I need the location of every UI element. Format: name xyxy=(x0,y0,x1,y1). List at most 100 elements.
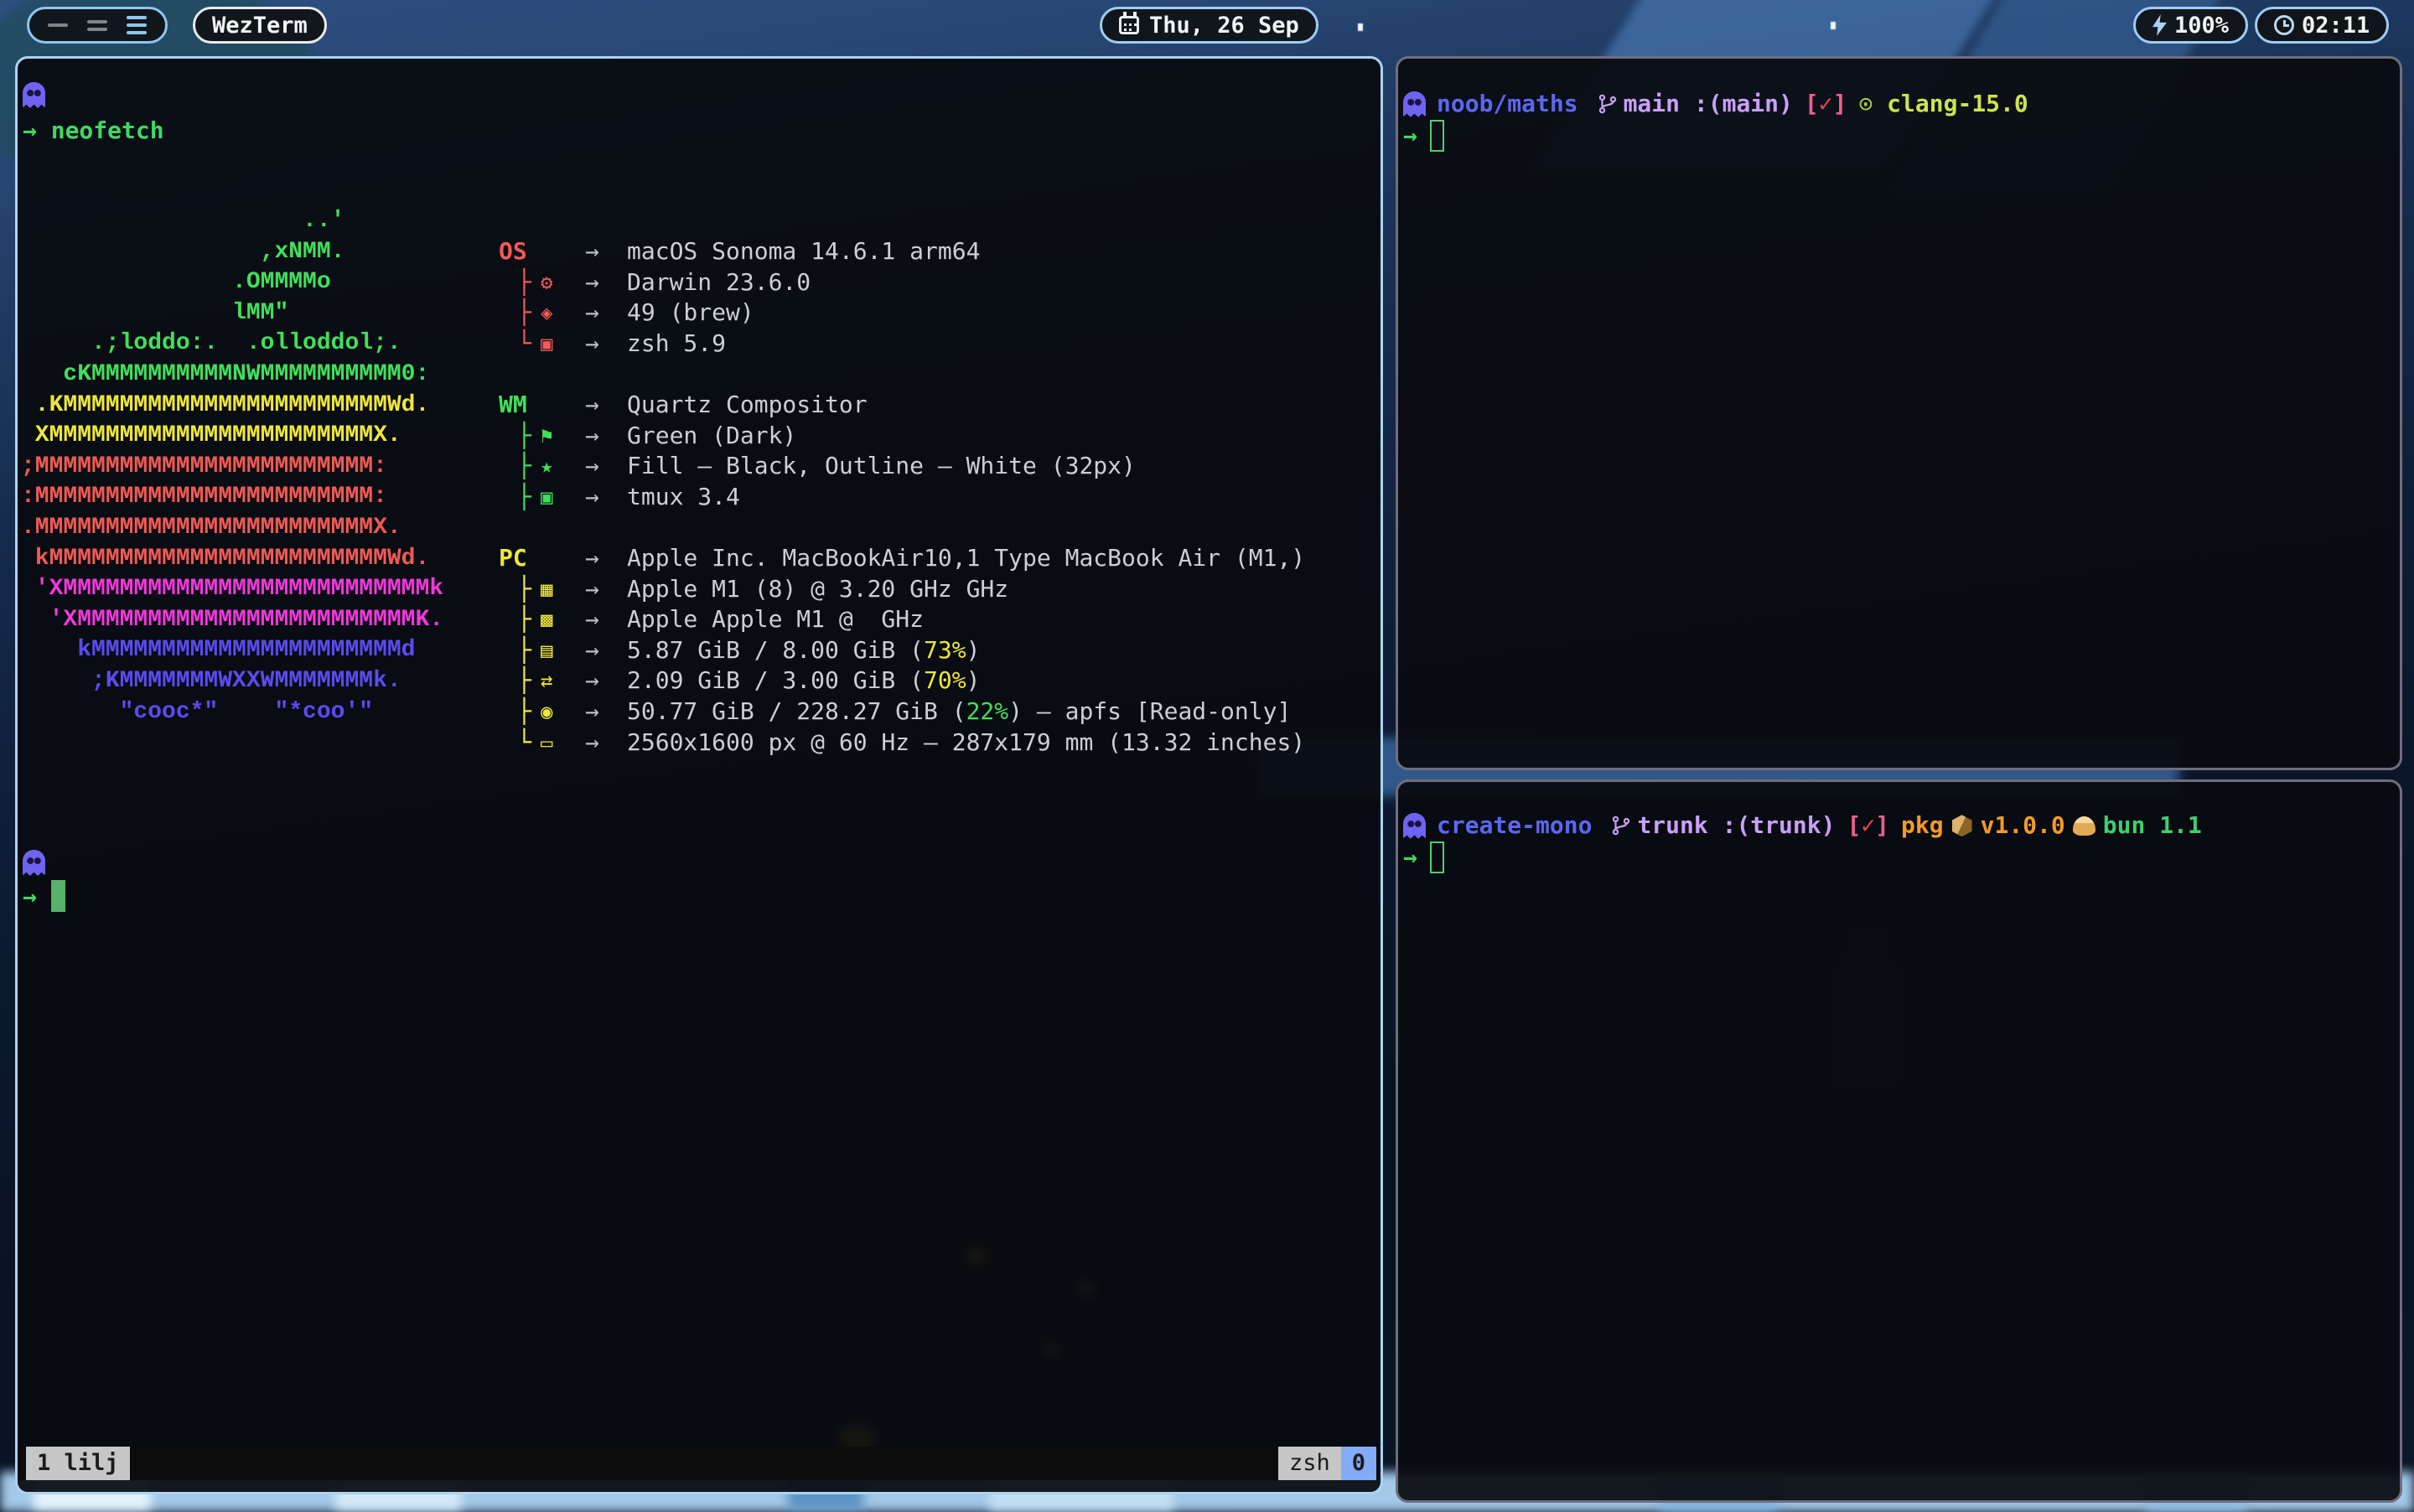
display-icon: ▭ xyxy=(541,728,552,759)
prompt-arrow: → xyxy=(1403,121,1417,152)
window-controls-pill[interactable] xyxy=(27,7,168,44)
info-section-label: WM xyxy=(499,390,527,421)
ghost-prompt-icon xyxy=(1403,91,1426,117)
terminal-icon: ▣ xyxy=(541,482,552,513)
date-pill[interactable]: Thu, 26 Sep xyxy=(1100,7,1318,44)
tree-branch-glyph: ├ xyxy=(517,635,531,666)
shell-prompt-line: → xyxy=(1403,121,1417,152)
tree-branch-glyph: ├ xyxy=(517,267,531,298)
swap-icon: ⇄ xyxy=(541,665,552,696)
cpu-icon: ▦ xyxy=(541,574,552,605)
tree-branch-glyph: ├ xyxy=(517,482,531,513)
logo-line: ..' xyxy=(21,206,443,237)
compiler-icon: ⊙ xyxy=(1858,89,1873,120)
wallpaper-spark xyxy=(1358,23,1363,31)
info-row: ├▩→Apple Apple M1 @ GHz xyxy=(499,604,1370,635)
git-ref-label: :(trunk) xyxy=(1708,810,1836,841)
info-row: ├◉→50.77 GiB / 228.27 GiB (22%) – apfs [… xyxy=(499,696,1370,728)
command-text: neofetch xyxy=(51,117,164,144)
clock-pill[interactable]: 02:11 xyxy=(2255,7,2389,44)
gear-icon: ⚙ xyxy=(541,267,552,298)
workspace-one-icon[interactable] xyxy=(48,23,68,27)
separator-arrow-icon: → xyxy=(585,665,599,696)
package-icon xyxy=(1952,815,1972,836)
git-branch-label: main xyxy=(1624,89,1680,120)
terminal-window-top-right[interactable]: noob/maths main :(main) [ ✓ ] ⊙ clang-15… xyxy=(1396,56,2402,770)
logo-line: ;KMMMMMMMWXXWMMMMMMMk. xyxy=(21,666,443,697)
wallpaper-spark xyxy=(1831,22,1836,29)
terminal-window-bottom-right[interactable]: create-mono trunk :(trunk) [ ✓ ] pkg v1.… xyxy=(1396,779,2402,1503)
info-row: ├▦→Apple M1 (8) @ 3.20 GHz GHz xyxy=(499,574,1370,605)
logo-line: 'XMMMMMMMMMMMMMMMMMMMMMMMMMMk xyxy=(21,574,443,605)
git-branch-icon xyxy=(1610,815,1632,836)
info-section-label: PC xyxy=(499,543,527,574)
info-value: 5.87 GiB / 8.00 GiB (73%) xyxy=(627,635,980,666)
memory-icon: ▤ xyxy=(541,635,552,666)
terminal-cursor xyxy=(1430,841,1444,873)
terminal-window-left[interactable]: → neofetch ..' ,xNMM. .OMMMMo lMM" .;lod… xyxy=(15,56,1383,1494)
package-module-label: pkg xyxy=(1901,810,1944,841)
info-value: Green (Dark) xyxy=(627,421,796,452)
separator-arrow-icon: → xyxy=(585,696,599,728)
shell-prompt-line: → xyxy=(23,882,37,913)
info-section-header: WM→Quartz Compositor xyxy=(499,390,1370,421)
info-row: ├★→Fill – Black, Outline – White (32px) xyxy=(499,451,1370,482)
tree-branch-glyph: ├ xyxy=(517,574,531,605)
separator-arrow-icon: → xyxy=(585,451,599,482)
separator-arrow-icon: → xyxy=(585,329,599,360)
info-row: ├ ▣ → tmux 3.4 xyxy=(499,482,1370,513)
logo-line: :MMMMMMMMMMMMMMMMMMMMMMMM: xyxy=(21,482,443,513)
app-badge[interactable]: WezTerm xyxy=(193,7,327,44)
tree-branch-glyph: ├ xyxy=(517,696,531,728)
gpu-icon: ▩ xyxy=(541,604,552,635)
logo-line: .OMMMMo xyxy=(21,267,443,298)
info-row: └▣→zsh 5.9 xyxy=(499,329,1370,360)
prompt-arrow: → xyxy=(23,883,37,910)
info-section-label: OS xyxy=(499,236,527,267)
tmux-window-tab[interactable]: 1 lilj xyxy=(26,1447,130,1481)
logo-line: .;loddo:. .olloddol;. xyxy=(21,329,443,360)
info-value: Fill – Black, Outline – White (32px) xyxy=(627,451,1136,482)
tree-branch-glyph: ├ xyxy=(517,604,531,635)
separator-arrow-icon: → xyxy=(585,482,599,513)
terminal-cursor xyxy=(1430,120,1444,152)
separator-arrow-icon: → xyxy=(585,728,599,759)
battery-label: 100% xyxy=(2174,13,2229,39)
clock-icon xyxy=(2274,15,2294,35)
neofetch-info-panel: OS→macOS Sonoma 14.6.1 arm64├⚙→Darwin 23… xyxy=(499,236,1370,758)
git-status-bracket: ] xyxy=(1875,810,1889,841)
logo-line: ;MMMMMMMMMMMMMMMMMMMMMMMM: xyxy=(21,452,443,483)
info-section-header: OS→macOS Sonoma 14.6.1 arm64 xyxy=(499,236,1370,267)
info-value: Apple Apple M1 @ GHz xyxy=(627,604,924,635)
logo-line: .KMMMMMMMMMMMMMMMMMMMMMMMWd. xyxy=(21,391,443,422)
tree-branch-glyph: ├ xyxy=(517,451,531,482)
info-value: macOS Sonoma 14.6.1 arm64 xyxy=(627,236,980,267)
info-value: 49 (brew) xyxy=(627,298,754,329)
info-row: ├⚑→Green (Dark) xyxy=(499,421,1370,452)
logo-line: ,xNMM. xyxy=(21,237,443,268)
ghost-prompt-icon xyxy=(23,850,45,876)
info-value: tmux 3.4 xyxy=(627,482,740,513)
terminal-cursor xyxy=(51,880,65,912)
git-status-check: ✓ xyxy=(1819,89,1833,120)
flag-icon: ⚑ xyxy=(541,421,552,452)
neofetch-apple-logo: ..' ,xNMM. .OMMMMo lMM" .;loddo:. .ollod… xyxy=(21,206,443,728)
git-status-bracket: [ xyxy=(1805,89,1819,120)
info-value: 50.77 GiB / 228.27 GiB (22%) – apfs [Rea… xyxy=(627,696,1291,728)
info-row: ├⚙→Darwin 23.6.0 xyxy=(499,267,1370,298)
calendar-icon xyxy=(1119,16,1139,34)
separator-arrow-icon: → xyxy=(585,298,599,329)
logo-line: "cooc*" "*coo'" xyxy=(21,697,443,728)
logo-line: XMMMMMMMMMMMMMMMMMMMMMMMX. xyxy=(21,421,443,452)
logo-line: 'XMMMMMMMMMMMMMMMMMMMMMMMMK. xyxy=(21,605,443,636)
tree-branch-glyph: ├ xyxy=(517,421,531,452)
tree-branch-glyph: ├ xyxy=(517,665,531,696)
workspace-two-icon[interactable] xyxy=(87,20,107,31)
app-badge-label: WezTerm xyxy=(212,13,308,39)
battery-pill[interactable]: 100% xyxy=(2133,7,2248,44)
directory-label: create-mono xyxy=(1437,810,1592,841)
prompt-arrow: → xyxy=(1403,842,1417,873)
git-branch-icon xyxy=(1597,93,1619,115)
workspace-three-icon[interactable] xyxy=(127,16,147,34)
git-status-check: ✓ xyxy=(1861,810,1875,841)
